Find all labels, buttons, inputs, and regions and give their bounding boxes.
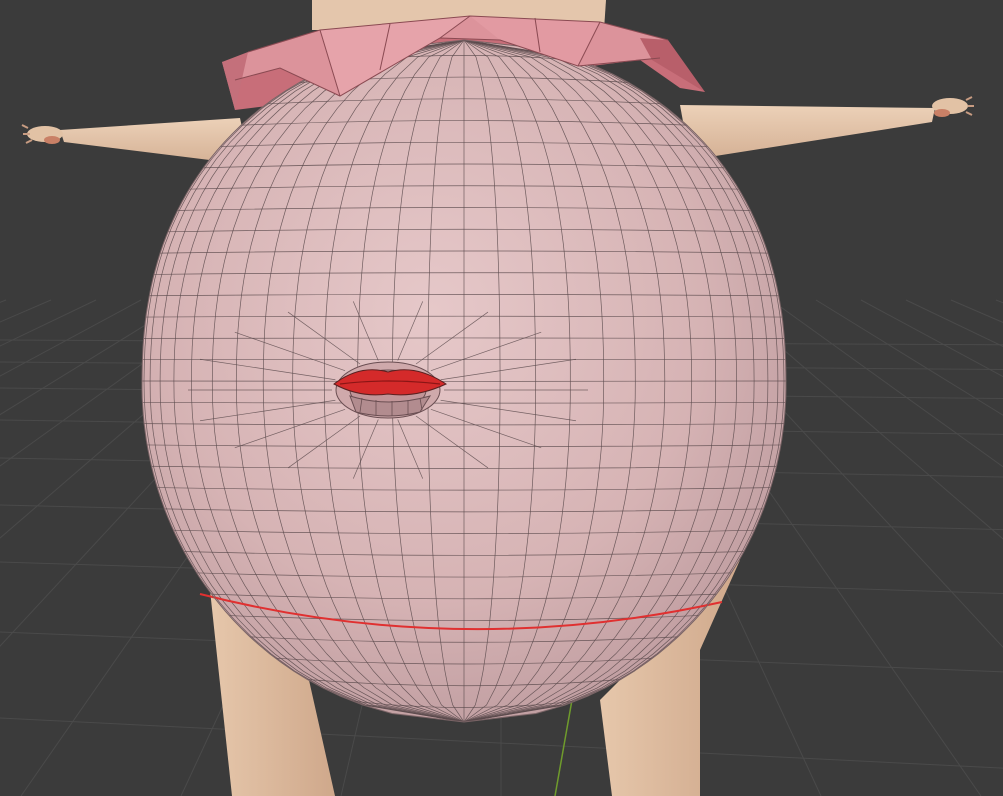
right-arm — [680, 105, 935, 160]
viewport-canvas[interactable] — [0, 0, 1003, 796]
grid-line — [770, 299, 1003, 468]
grid-line — [860, 299, 1003, 378]
grid-line — [0, 299, 52, 323]
grid-line — [905, 299, 1003, 348]
left-hand — [21, 124, 63, 144]
grid-line — [815, 299, 1003, 416]
3d-viewport[interactable] — [0, 0, 1003, 796]
y-axis-line — [554, 699, 573, 796]
grid-line — [950, 299, 1003, 323]
right-hand — [932, 96, 974, 117]
